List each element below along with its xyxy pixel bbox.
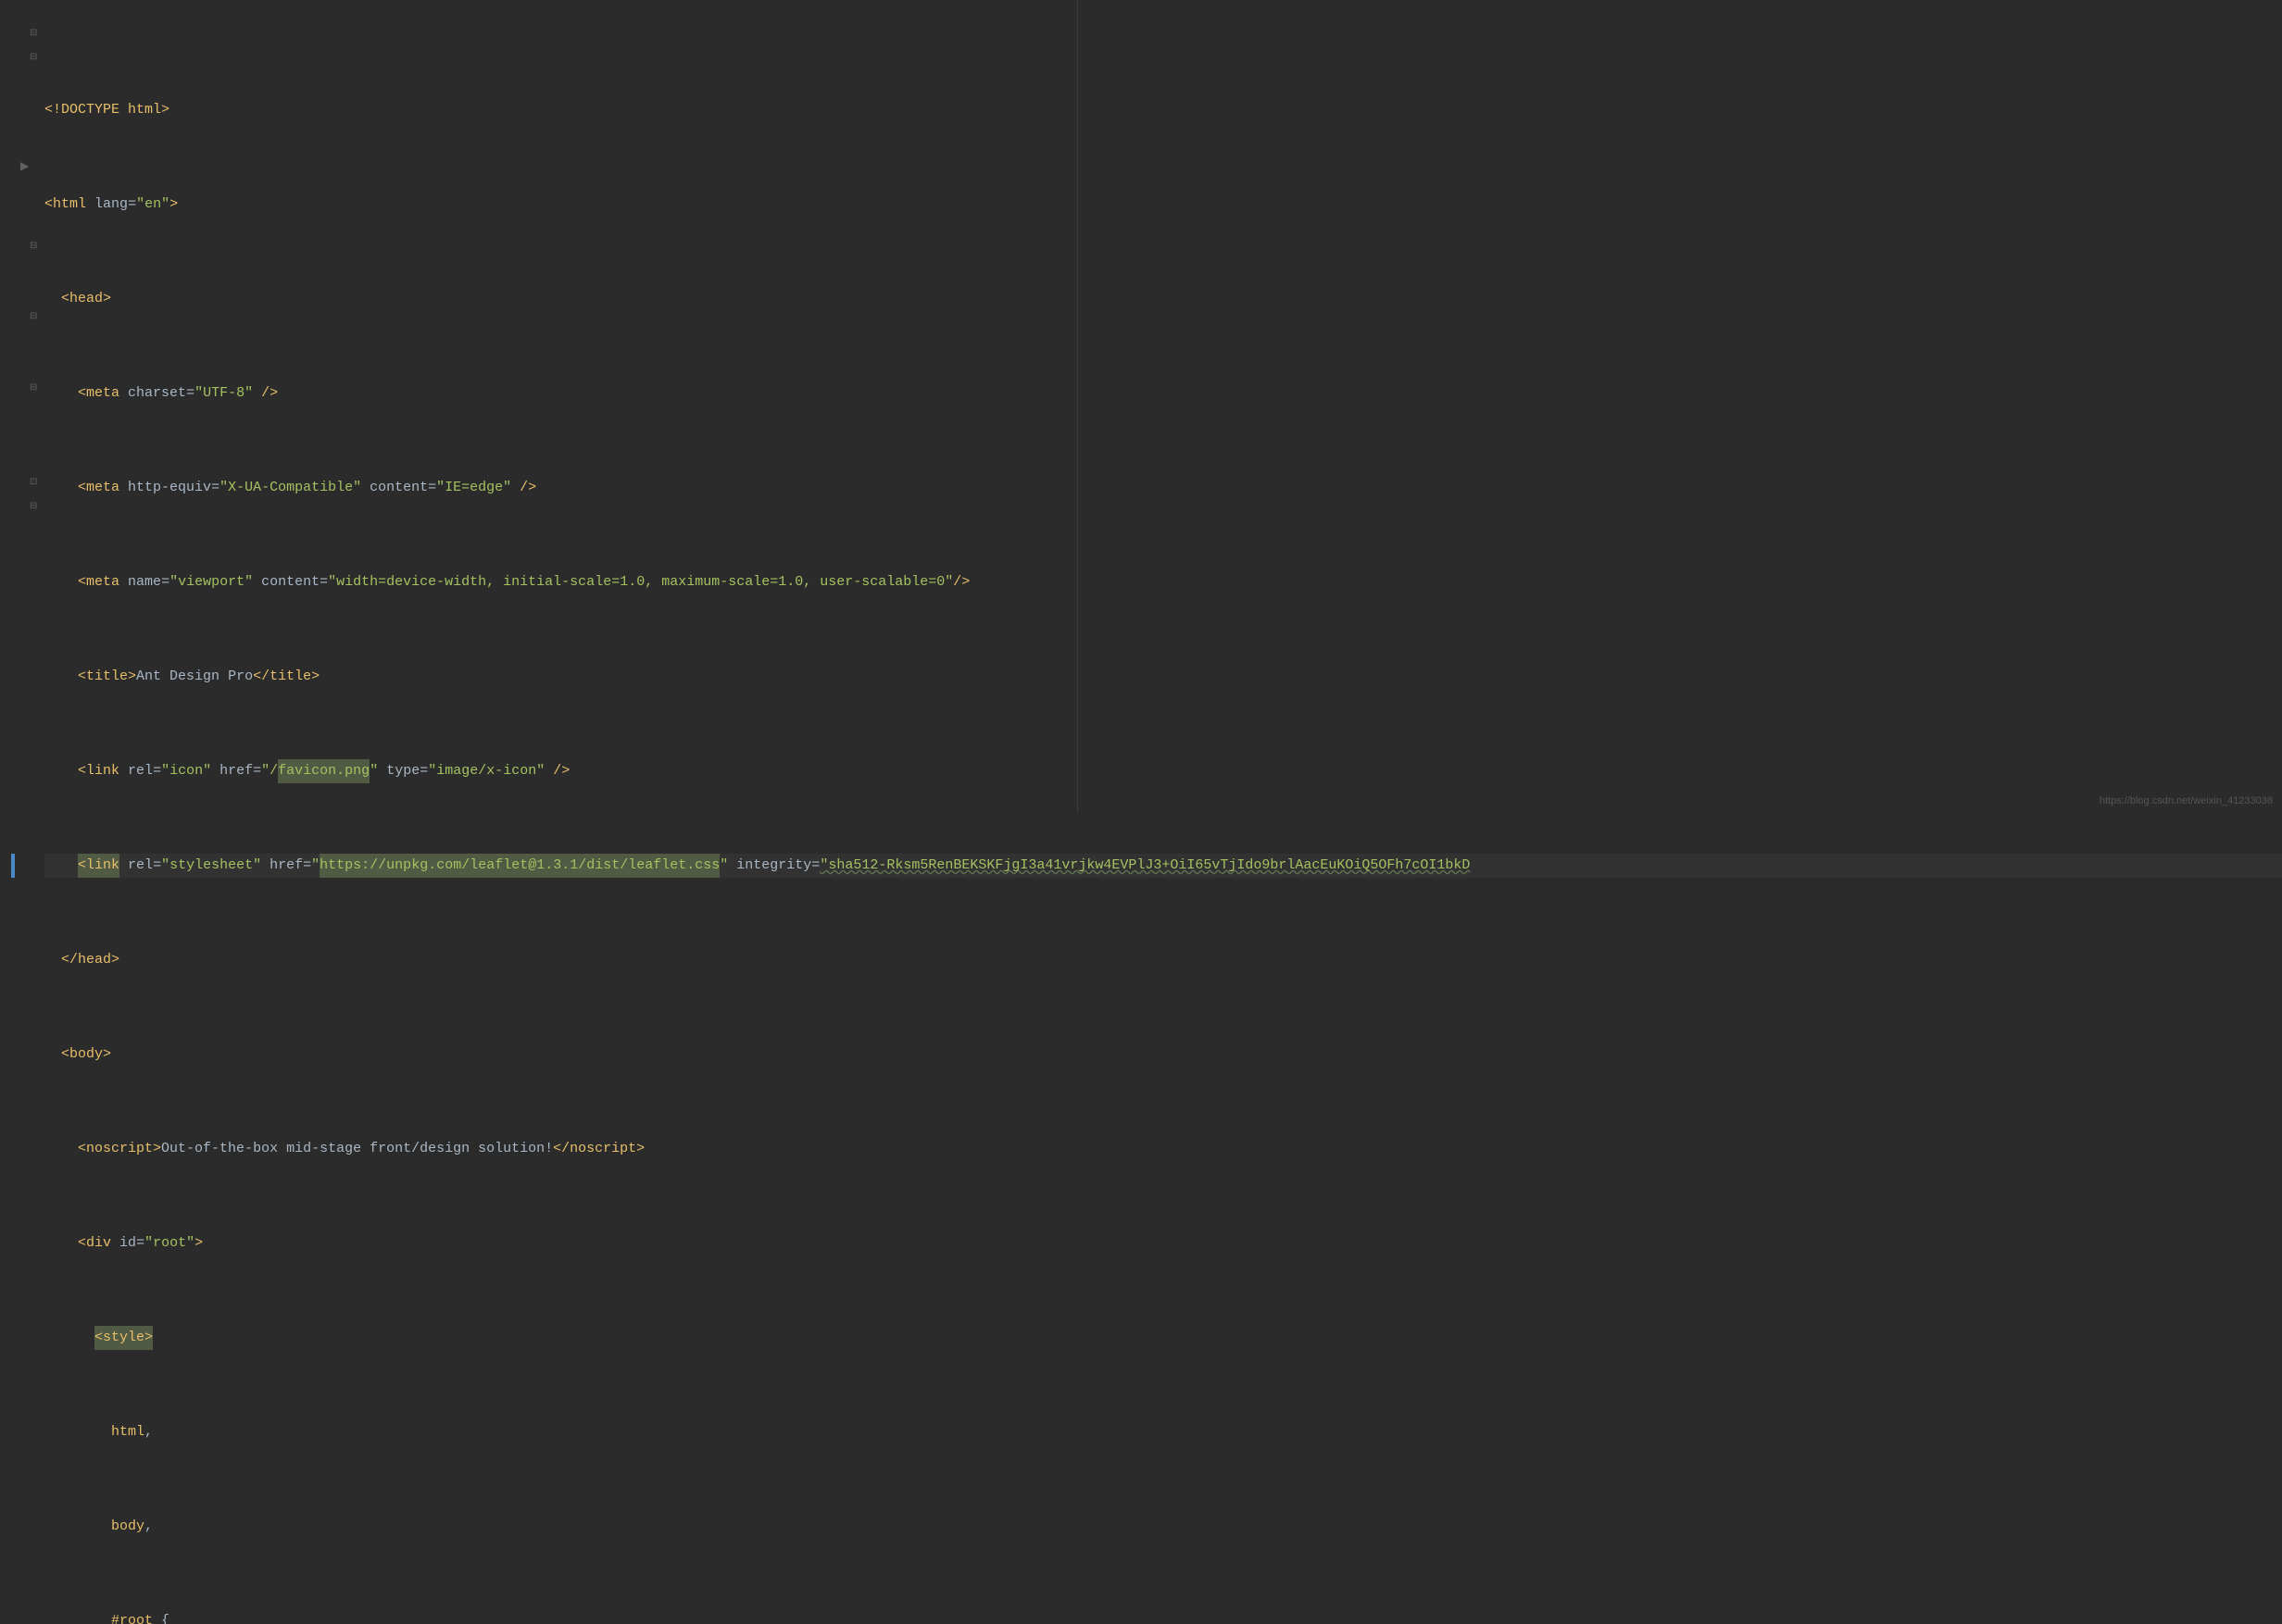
fold-icon[interactable]: ⊡ [30, 477, 37, 488]
code-area[interactable]: <!DOCTYPE html> <html lang="en"> <head> … [44, 0, 2282, 812]
fold-icon[interactable]: ⊟ [30, 241, 37, 252]
caret-marker [11, 854, 15, 878]
code-line[interactable]: <head> [44, 287, 2282, 311]
run-icon[interactable]: ▶ [20, 159, 29, 173]
code-line[interactable]: <meta http-equiv="X-UA-Compatible" conte… [44, 476, 2282, 500]
integrity-value: "sha512-Rksm5RenBEKSKFjgI3a41vrjkw4EVPlJ… [820, 854, 1470, 878]
head-close: </head> [61, 948, 119, 972]
fold-icon[interactable]: ⊟ [30, 501, 37, 512]
tag-open: <html [44, 193, 86, 217]
code-line[interactable]: #root { [44, 1609, 2282, 1624]
stylesheet-href: https://unpkg.com/leaflet@1.3.1/dist/lea… [320, 854, 720, 878]
code-line[interactable]: <meta charset="UTF-8" /> [44, 381, 2282, 406]
right-margin-line [1077, 0, 1078, 812]
code-line[interactable]: <noscript>Out-of-the-box mid-stage front… [44, 1137, 2282, 1161]
fold-icon[interactable]: ⊟ [30, 382, 37, 394]
code-line[interactable]: <html lang="en"> [44, 193, 2282, 217]
code-line[interactable]: <title>Ant Design Pro</title> [44, 665, 2282, 689]
favicon-href: favicon.png [278, 759, 370, 783]
code-line[interactable]: <link rel="icon" href="/favicon.png" typ… [44, 759, 2282, 783]
code-line[interactable]: html, [44, 1420, 2282, 1444]
noscript-text: Out-of-the-box mid-stage front/design so… [161, 1137, 553, 1161]
code-editor[interactable]: ⊟ ⊟ ▶ ⊟ ⊟ ⊟ ⊡ ⊟ <!DOCTYPE html> <html la… [0, 0, 2282, 812]
code-line[interactable]: body, [44, 1515, 2282, 1539]
doctype: <!DOCTYPE html> [44, 98, 169, 122]
title-text: Ant Design Pro [136, 665, 253, 689]
code-line[interactable]: <body> [44, 1043, 2282, 1067]
code-line[interactable]: <style> [44, 1326, 2282, 1350]
code-line[interactable]: <div id="root"> [44, 1231, 2282, 1255]
code-line-current[interactable]: <link rel="stylesheet" href="https://unp… [44, 854, 2282, 878]
fold-icon[interactable]: ⊟ [30, 28, 37, 39]
code-line[interactable]: <meta name="viewport" content="width=dev… [44, 570, 2282, 594]
code-line[interactable]: </head> [44, 948, 2282, 972]
code-line[interactable]: <!DOCTYPE html> [44, 98, 2282, 122]
fold-icon[interactable]: ⊟ [30, 52, 37, 63]
head-open: <head> [61, 287, 111, 311]
fold-icon[interactable]: ⊟ [30, 311, 37, 322]
watermark: https://blog.csdn.net/weixin_41233038 [2100, 795, 2273, 806]
gutter: ⊟ ⊟ ▶ ⊟ ⊟ ⊟ ⊡ ⊟ [0, 0, 44, 812]
